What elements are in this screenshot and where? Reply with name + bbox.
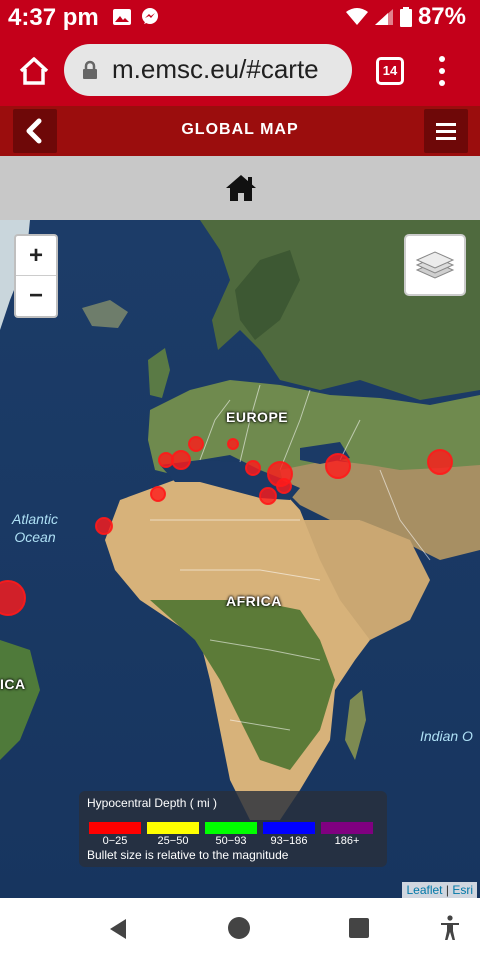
- zoom-control: + −: [14, 234, 58, 318]
- quake-marker: [325, 453, 351, 479]
- overflow-menu-icon[interactable]: [432, 54, 452, 88]
- leaflet-link[interactable]: Leaflet: [406, 883, 442, 897]
- tab-switcher-button[interactable]: 14: [376, 57, 404, 85]
- legend-note: Bullet size is relative to the magnitude: [87, 848, 289, 862]
- quake-marker: [95, 517, 113, 535]
- battery-percent: 87%: [417, 3, 466, 30]
- quake-marker: [276, 478, 292, 494]
- legend-swatch: [205, 822, 257, 834]
- image-icon: [113, 9, 131, 25]
- nav-recents-icon[interactable]: [349, 918, 369, 938]
- legend-label: 93−186: [270, 835, 308, 847]
- map-label-america: ICA: [0, 676, 26, 692]
- lock-icon: [83, 60, 97, 79]
- map-attribution: Leaflet | Esri: [402, 882, 477, 898]
- quake-marker: [150, 486, 166, 502]
- legend-swatch: [321, 822, 373, 834]
- quake-marker: [259, 487, 277, 505]
- status-bar: 4:37 pm 87%: [0, 0, 480, 36]
- status-time: 4:37 pm: [8, 4, 99, 31]
- map-view[interactable]: + − EUROPE AFRICA ICA Atlantic Ocean Ind…: [0, 220, 480, 898]
- browser-home-icon[interactable]: [18, 55, 50, 87]
- quake-marker: [158, 452, 174, 468]
- map-label-indian: Indian O: [420, 728, 473, 744]
- system-nav-bar: [0, 898, 480, 960]
- nav-home-icon[interactable]: [228, 917, 250, 939]
- quake-marker: [188, 436, 204, 452]
- depth-legend: Hypocentral Depth ( mi ) 0−25 25−50 50−9…: [79, 791, 387, 867]
- legend-label: 186+: [334, 835, 360, 847]
- wifi-icon: [345, 8, 368, 25]
- layers-icon: [415, 251, 455, 279]
- messenger-icon: [142, 8, 158, 24]
- page-title: GLOBAL MAP: [181, 121, 299, 138]
- esri-link[interactable]: Esri: [452, 883, 473, 897]
- legend-label: 25−50: [157, 835, 189, 847]
- legend-title: Hypocentral Depth ( mi ): [87, 796, 218, 810]
- menu-button[interactable]: [424, 109, 468, 153]
- quake-marker: [171, 450, 191, 470]
- hamburger-icon: [436, 123, 456, 140]
- legend-swatch: [89, 822, 141, 834]
- home-strip: [0, 156, 480, 220]
- quake-marker: [245, 460, 261, 476]
- legend-swatch: [147, 822, 199, 834]
- accessibility-icon[interactable]: [440, 915, 460, 941]
- quake-marker: [227, 438, 239, 450]
- zoom-out-button[interactable]: −: [16, 276, 56, 316]
- nav-back-icon[interactable]: [108, 918, 128, 940]
- browser-toolbar: m.emsc.eu/#carte 14: [0, 36, 480, 106]
- map-label-africa: AFRICA: [226, 593, 282, 609]
- quake-marker: [0, 580, 26, 616]
- attribution-separator: |: [445, 883, 449, 897]
- layers-button[interactable]: [404, 234, 466, 296]
- map-label-atlantic: Atlantic Ocean: [12, 511, 58, 545]
- site-header: GLOBAL MAP: [0, 106, 480, 156]
- quake-marker: [427, 449, 453, 475]
- signal-icon: [374, 9, 393, 25]
- url-bar[interactable]: m.emsc.eu/#carte: [64, 44, 352, 96]
- legend-swatch: [263, 822, 315, 834]
- map-label-europe: EUROPE: [226, 409, 289, 425]
- url-text: m.emsc.eu/#carte: [112, 54, 319, 84]
- home-icon[interactable]: [225, 173, 257, 203]
- battery-icon: [399, 7, 412, 27]
- legend-label: 50−93: [215, 835, 247, 847]
- legend-label: 0−25: [102, 835, 128, 847]
- zoom-in-button[interactable]: +: [16, 236, 56, 276]
